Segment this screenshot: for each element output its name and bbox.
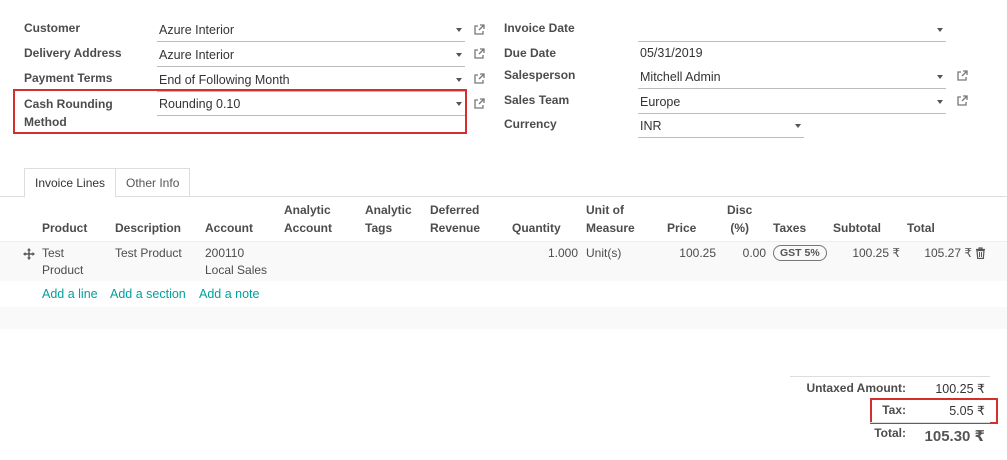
row-account: 200110 Local Sales <box>205 246 268 277</box>
tab-other-info[interactable]: Other Info <box>116 168 191 197</box>
col-product[interactable]: Product <box>42 219 87 237</box>
invoice-date-label: Invoice Date <box>504 21 575 35</box>
cash-rounding-highlight <box>13 89 467 134</box>
col-analytic-tags[interactable]: Analytic Tags <box>365 201 412 237</box>
row-uom: Unit(s) <box>586 246 622 260</box>
tax-badge[interactable]: GST 5% <box>773 245 827 261</box>
row-quantity: 1.000 <box>547 246 578 260</box>
total-label: Total: <box>874 426 906 440</box>
drag-handle-icon[interactable] <box>23 248 35 260</box>
due-date-label: Due Date <box>504 46 557 60</box>
col-price[interactable]: Price <box>667 219 696 237</box>
col-deferred-revenue[interactable]: Deferred Revenue <box>430 201 480 237</box>
row-subtotal: 100.25 ₹ <box>852 246 900 260</box>
tax-highlight <box>870 398 998 424</box>
external-link-icon[interactable] <box>956 95 968 107</box>
salesperson-field[interactable]: Mitchell Admin <box>638 68 946 89</box>
row-description: Test Product <box>115 246 182 260</box>
col-disc[interactable]: Disc (%) <box>727 201 752 237</box>
currency-label: Currency <box>504 117 557 131</box>
dropdown-caret-icon <box>456 78 462 82</box>
col-total[interactable]: Total <box>907 219 935 237</box>
row-disc: 0.00 <box>742 246 766 260</box>
delivery-address-field[interactable]: Azure Interior <box>157 46 465 67</box>
dropdown-caret-icon <box>937 28 943 32</box>
col-quantity[interactable]: Quantity <box>512 219 561 237</box>
customer-field[interactable]: Azure Interior <box>157 21 465 42</box>
external-link-icon[interactable] <box>956 70 968 82</box>
dropdown-caret-icon <box>937 100 943 104</box>
external-link-icon[interactable] <box>473 24 485 36</box>
delivery-address-label: Delivery Address <box>24 46 122 60</box>
col-taxes[interactable]: Taxes <box>773 219 806 237</box>
col-account[interactable]: Account <box>205 219 253 237</box>
trash-icon[interactable] <box>975 247 986 259</box>
untaxed-amount-value: 100.25 ₹ <box>935 382 985 396</box>
sales-team-field[interactable]: Europe <box>638 93 946 114</box>
totals-bottom-divider <box>870 422 990 423</box>
external-link-icon[interactable] <box>473 48 485 60</box>
tab-invoice-lines[interactable]: Invoice Lines <box>24 168 117 198</box>
salesperson-label: Salesperson <box>504 68 576 82</box>
col-analytic-account[interactable]: Analytic Account <box>284 201 332 237</box>
total-value: 105.30 ₹ <box>924 428 985 445</box>
sales-team-label: Sales Team <box>504 93 570 107</box>
invoice-date-field[interactable] <box>638 21 946 42</box>
external-link-icon[interactable] <box>473 73 485 85</box>
external-link-icon[interactable] <box>473 98 485 110</box>
totals-top-divider <box>790 376 990 377</box>
row-total: 105.27 ₹ <box>924 246 972 260</box>
currency-field[interactable]: INR <box>638 117 804 138</box>
customer-label: Customer <box>24 21 81 35</box>
payment-terms-label: Payment Terms <box>24 71 113 85</box>
due-date-value[interactable]: 05/31/2019 <box>640 46 703 60</box>
add-note-link[interactable]: Add a note <box>199 287 259 301</box>
col-uom[interactable]: Unit of Measure <box>586 201 635 237</box>
empty-row <box>0 307 1007 329</box>
dropdown-caret-icon <box>795 124 801 128</box>
untaxed-amount-label: Untaxed Amount: <box>806 381 906 395</box>
dropdown-caret-icon <box>456 53 462 57</box>
add-section-link[interactable]: Add a section <box>110 287 186 301</box>
row-product: Test Product <box>42 246 84 277</box>
col-subtotal[interactable]: Subtotal <box>833 219 881 237</box>
dropdown-caret-icon <box>456 28 462 32</box>
col-description[interactable]: Description <box>115 219 181 237</box>
row-price: 100.25 <box>679 246 716 260</box>
add-line-link[interactable]: Add a line <box>42 287 98 301</box>
dropdown-caret-icon <box>937 75 943 79</box>
